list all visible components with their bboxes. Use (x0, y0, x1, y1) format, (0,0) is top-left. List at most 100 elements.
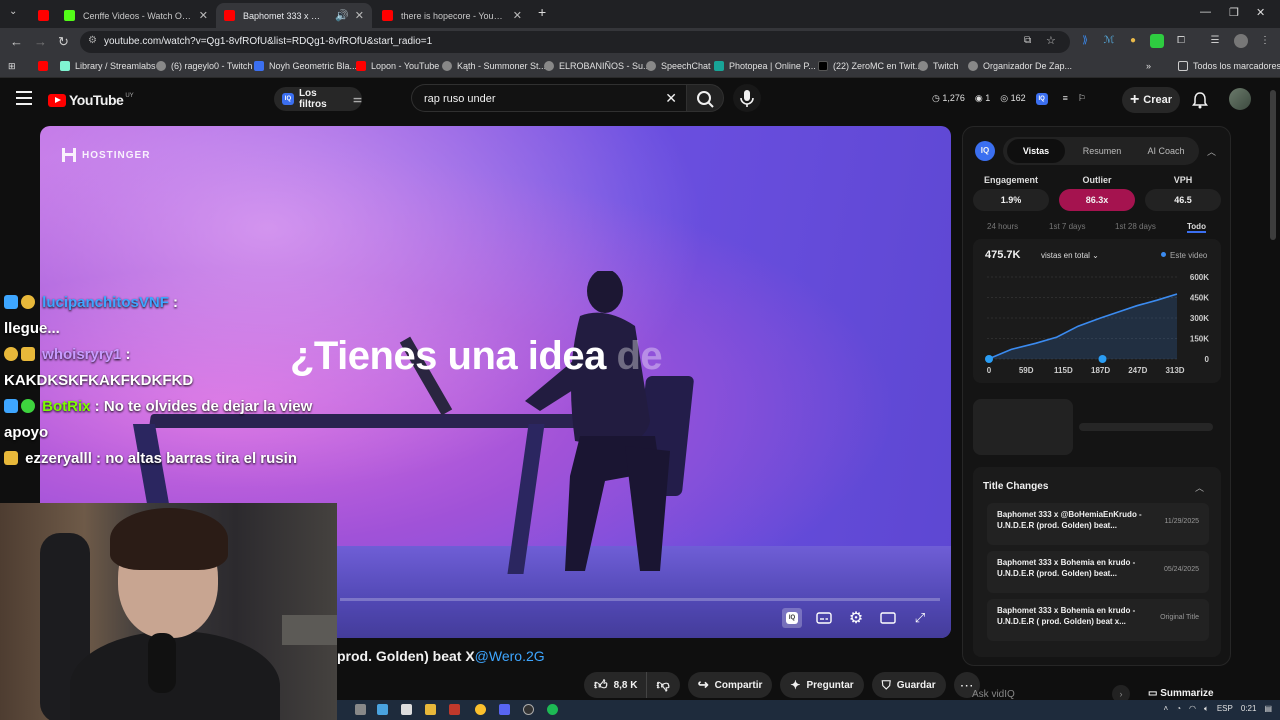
bookmark-item[interactable]: Library / Streamlabs (60, 61, 156, 71)
taskbar-chrome-icon[interactable] (475, 704, 486, 715)
bookmarks-overflow-icon[interactable]: » (1146, 61, 1151, 71)
bookmark-item[interactable]: (6) rageylo0 - Twitch (156, 61, 252, 71)
bookmark-star-icon[interactable]: ☆ (1046, 34, 1056, 47)
tab-youtube-active[interactable]: Baphomet 333 x @BoHemi 🔊 ✕ (216, 3, 372, 28)
extension-icon[interactable]: ℳ (1102, 34, 1116, 48)
search-button[interactable] (686, 84, 724, 112)
range-24h[interactable]: 24 hours (987, 222, 1018, 231)
bookmark-item[interactable]: Lopon - YouTube (356, 61, 439, 71)
close-tab-icon[interactable]: ✕ (513, 9, 522, 22)
dislike-button[interactable]: 👎︎ (645, 672, 680, 698)
forward-button[interactable]: → (34, 34, 47, 49)
bookmark-item[interactable]: Noyh Geometric Bla... (254, 61, 357, 71)
vidiq-player-button[interactable]: IQ (782, 608, 802, 628)
notification-icon[interactable]: ▤ (1264, 704, 1272, 714)
filters-button[interactable]: IQ Los filtros ⚌ (274, 87, 362, 111)
clear-search-icon[interactable]: ✕ (665, 90, 677, 107)
tab-resumen[interactable]: Resumen (1071, 137, 1133, 165)
bookmark-item[interactable]: SpeechChat (646, 61, 711, 71)
speaker-icon[interactable]: 🔊 (335, 9, 349, 22)
bookmark-item[interactable]: Kąth - Summoner St... (442, 61, 546, 71)
install-icon[interactable]: ⧉ (1024, 35, 1031, 46)
language-indicator[interactable]: ESP (1217, 704, 1233, 714)
title-change-item[interactable]: Baphomet 333 x @BoHemiaEnKrudo - U.N.D.E… (987, 503, 1209, 545)
title-change-item[interactable]: Baphomet 333 x Bohemia en krudo - U.N.D.… (987, 599, 1209, 641)
site-info-icon[interactable]: ⚙ (88, 35, 97, 46)
chat-text: llegue... (4, 320, 60, 337)
range-all[interactable]: Todo (1187, 222, 1206, 233)
guide-menu-button[interactable] (16, 91, 32, 105)
title-change-item[interactable]: Baphomet 333 x Bohemia en krudo - U.N.D.… (987, 551, 1209, 593)
back-button[interactable]: ← (10, 34, 23, 49)
taskbar-app-icon[interactable] (449, 704, 460, 715)
close-window-button[interactable]: ✕ (1256, 6, 1265, 19)
wifi-icon[interactable]: ◠ (1189, 704, 1196, 714)
all-bookmarks-folder[interactable]: Todos los marcadores (1178, 61, 1280, 71)
extension-icon[interactable]: ● (1126, 34, 1140, 48)
settings-button[interactable]: ⚙ (846, 608, 866, 628)
extension-icon[interactable] (1150, 34, 1164, 48)
vidiq-icon[interactable]: IQ (1035, 93, 1048, 105)
list-icon[interactable]: ≡ (1063, 93, 1068, 105)
restore-button[interactable]: ❐ (1229, 6, 1239, 19)
voice-search-button[interactable] (733, 84, 761, 112)
apps-icon[interactable]: ⊞ (8, 61, 16, 72)
tab-kick[interactable]: Cenffe Videos - Watch On-Dem ✕ (56, 3, 216, 28)
range-28d[interactable]: 1st 28 days (1115, 222, 1156, 231)
reading-list-icon[interactable]: ☰ (1208, 34, 1222, 48)
taskbar-folder-icon[interactable] (425, 704, 436, 715)
bookmark-item[interactable]: (22) ZeroMC en Twit... (818, 61, 922, 71)
taskbar-app-icon[interactable] (355, 704, 366, 715)
search-input[interactable]: rap ruso under ✕ (411, 84, 687, 112)
close-tab-icon[interactable]: ✕ (355, 9, 364, 22)
theater-mode-button[interactable] (878, 608, 898, 628)
taskbar-discord-icon[interactable] (499, 704, 510, 715)
close-tab-icon[interactable]: ✕ (199, 9, 208, 22)
bookmark-item[interactable]: Photopea | Online P... (714, 61, 816, 71)
minimize-button[interactable]: — (1200, 6, 1211, 18)
video-title-mention[interactable]: @Wero.2G (475, 648, 545, 664)
reload-button[interactable]: ↻ (58, 34, 69, 50)
network-icon[interactable]: ◔ (1176, 704, 1181, 714)
like-button[interactable]: 👍︎ 8,8 K (584, 672, 646, 698)
taskbar-obs-icon[interactable] (523, 704, 534, 715)
tab-other[interactable] (30, 3, 54, 28)
new-tab-button[interactable]: + (538, 4, 546, 20)
chevron-up-icon[interactable]: ︿ (1195, 481, 1204, 494)
browser-menu-icon[interactable]: ⋮ (1258, 34, 1272, 48)
progress-bar[interactable] (340, 598, 940, 601)
extension-icon[interactable]: ⧠ (1174, 34, 1188, 48)
award-icon[interactable]: ⚐ (1078, 93, 1086, 105)
summarize-button[interactable]: ▭ Summarize (1148, 688, 1214, 699)
tab-search-button[interactable]: ⌄ (9, 6, 17, 17)
ask-button[interactable]: ✦ Preguntar (780, 672, 864, 698)
address-bar[interactable]: ⚙ youtube.com/watch?v=Qg1-8vfROfU&list=R… (80, 31, 1070, 53)
taskbar-app-icon[interactable] (401, 704, 412, 715)
stream-chat-overlay: lucipanchitosVNF : llegue... whoisryry1 … (4, 290, 334, 472)
chevron-up-icon[interactable]: ˄ (1164, 704, 1169, 714)
notifications-button[interactable] (1192, 91, 1208, 112)
create-button[interactable]: + Crear (1122, 87, 1180, 113)
volume-icon[interactable]: 🔈︎ (1204, 704, 1209, 714)
youtube-logo[interactable]: YouTube UY (48, 92, 134, 108)
chevron-up-icon[interactable]: ︿ (1207, 145, 1216, 158)
page-scrollbar[interactable] (1270, 90, 1276, 240)
fullscreen-button[interactable]: ⤢ (910, 608, 930, 628)
tab-ai-coach[interactable]: AI Coach (1135, 137, 1197, 165)
taskbar-app-icon[interactable] (377, 704, 388, 715)
bookmark-item[interactable]: ELROBANIÑOS - Su... (544, 61, 651, 71)
tab-hopecore[interactable]: there is hopecore - YouTube ✕ (374, 3, 530, 28)
bookmark-youtube[interactable] (38, 61, 53, 71)
profile-icon[interactable] (1234, 34, 1248, 48)
taskbar-spotify-icon[interactable] (547, 704, 558, 715)
tab-vistas[interactable]: Vistas (1007, 139, 1065, 163)
bookmark-item[interactable]: Twitch (918, 61, 959, 71)
extension-icon[interactable]: ⟫ (1078, 34, 1092, 48)
avatar[interactable] (1229, 88, 1251, 110)
save-button[interactable]: ⛉ Guardar (871, 672, 946, 698)
clock[interactable]: 0:21 (1241, 704, 1257, 714)
subtitles-button[interactable] (814, 608, 834, 628)
range-7d[interactable]: 1st 7 days (1049, 222, 1085, 231)
bookmark-item[interactable]: Organizador De Zap... (968, 61, 1072, 71)
share-button[interactable]: ↪ Compartir (687, 672, 773, 698)
